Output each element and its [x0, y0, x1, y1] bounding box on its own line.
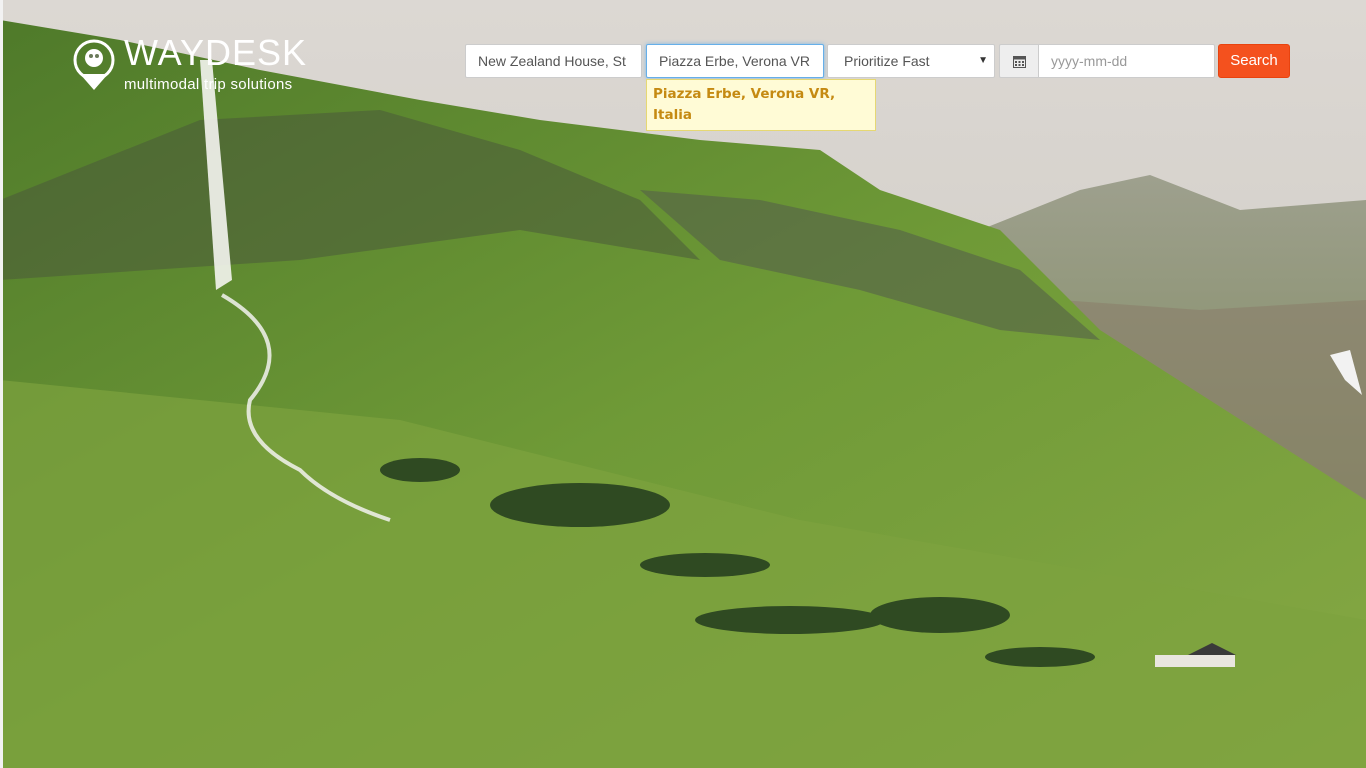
priority-select[interactable]: Prioritize Fast ▼: [827, 44, 995, 78]
calendar-button[interactable]: [999, 44, 1039, 78]
brand-name: WAYDESK: [124, 32, 308, 73]
chevron-down-icon: ▼: [978, 55, 988, 66]
destination-input[interactable]: Piazza Erbe, Verona VR: [646, 44, 824, 78]
priority-select-value: Prioritize Fast: [844, 53, 930, 69]
date-input[interactable]: yyyy-mm-dd: [1038, 44, 1215, 78]
calendar-icon: [1013, 56, 1026, 68]
autocomplete-suggestion[interactable]: Piazza Erbe, Verona VR, Italia: [653, 84, 869, 126]
search-button[interactable]: Search: [1218, 44, 1290, 78]
location-pin-icon: [73, 39, 115, 90]
origin-input[interactable]: New Zealand House, St: [465, 44, 642, 78]
left-edge-strip: [0, 0, 3, 768]
autocomplete-dropdown: Piazza Erbe, Verona VR, Italia: [646, 79, 876, 131]
brand-tagline: multimodal trip solutions: [124, 76, 293, 93]
